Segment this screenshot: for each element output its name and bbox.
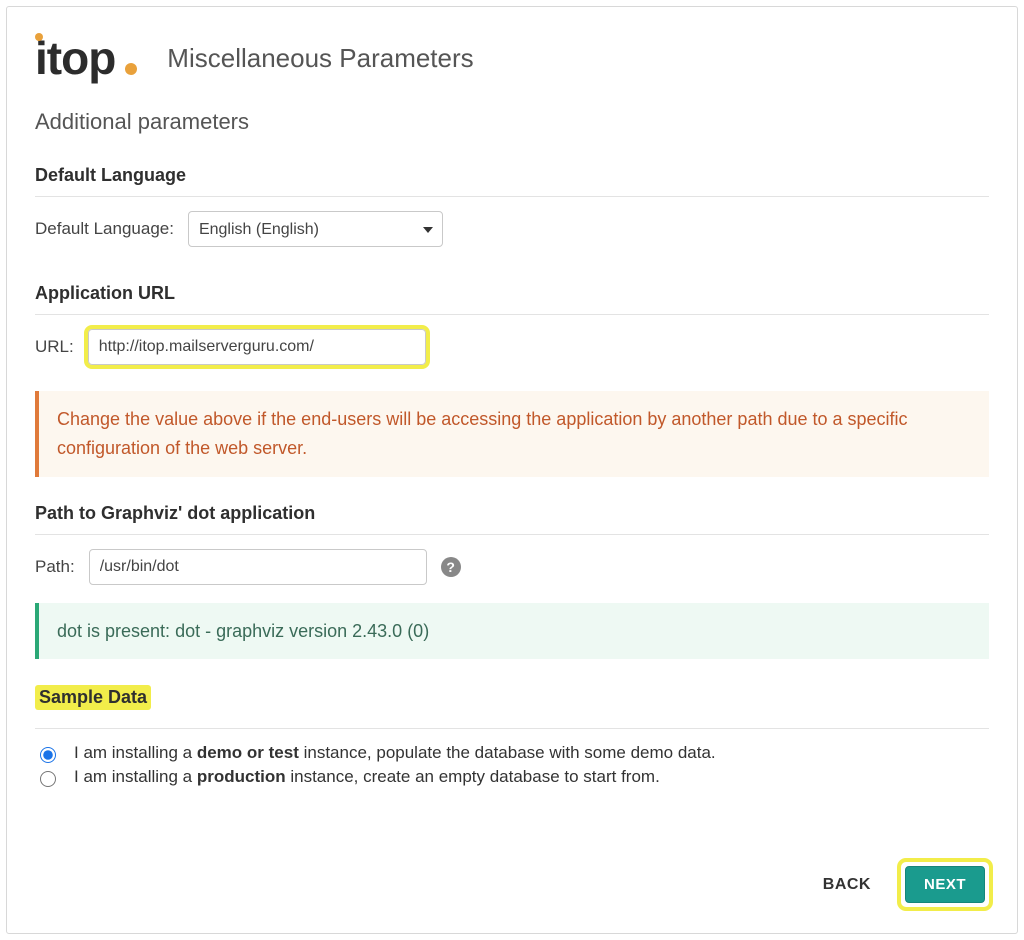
graphviz-heading: Path to Graphviz' dot application (35, 503, 989, 524)
language-select-wrap: English (English) (188, 211, 443, 247)
divider (35, 534, 989, 535)
app-url-heading: Application URL (35, 283, 989, 304)
url-field-row: URL: (35, 329, 989, 365)
prod-radio[interactable] (40, 771, 56, 787)
header: itop Miscellaneous Parameters (35, 35, 989, 81)
language-field-row: Default Language: English (English) (35, 211, 989, 247)
sample-data-prod-option[interactable]: I am installing a production instance, c… (35, 767, 989, 787)
help-icon[interactable]: ? (441, 557, 461, 577)
divider (35, 728, 989, 729)
logo-word: itop (35, 32, 115, 84)
path-input[interactable] (89, 549, 427, 585)
prod-option-text: I am installing a production instance, c… (74, 767, 660, 787)
footer-actions: BACK NEXT (817, 862, 989, 907)
logo-dot-icon (35, 33, 43, 41)
divider (35, 314, 989, 315)
language-heading: Default Language (35, 165, 989, 186)
sample-data-section: Sample Data (35, 685, 989, 720)
path-field-row: Path: ? (35, 549, 989, 585)
language-select[interactable]: English (English) (188, 211, 443, 247)
divider (35, 196, 989, 197)
language-label: Default Language: (35, 219, 174, 239)
path-label: Path: (35, 557, 75, 577)
url-label: URL: (35, 337, 74, 357)
next-button[interactable]: NEXT (905, 866, 985, 903)
subtitle: Additional parameters (35, 109, 989, 135)
logo-text: itop (35, 35, 115, 81)
url-warning-alert: Change the value above if the end-users … (35, 391, 989, 477)
setup-panel: itop Miscellaneous Parameters Additional… (6, 6, 1018, 934)
next-button-highlight: NEXT (901, 862, 989, 907)
logo: itop (35, 35, 137, 81)
graphviz-success-alert: dot is present: dot - graphviz version 2… (35, 603, 989, 660)
sample-data-heading: Sample Data (35, 685, 151, 710)
back-button[interactable]: BACK (817, 875, 877, 895)
demo-option-text: I am installing a demo or test instance,… (74, 743, 716, 763)
page-title: Miscellaneous Parameters (167, 43, 473, 74)
sample-data-demo-option[interactable]: I am installing a demo or test instance,… (35, 743, 989, 763)
logo-period-icon (125, 63, 137, 75)
url-input[interactable] (88, 329, 426, 365)
demo-radio[interactable] (40, 747, 56, 763)
